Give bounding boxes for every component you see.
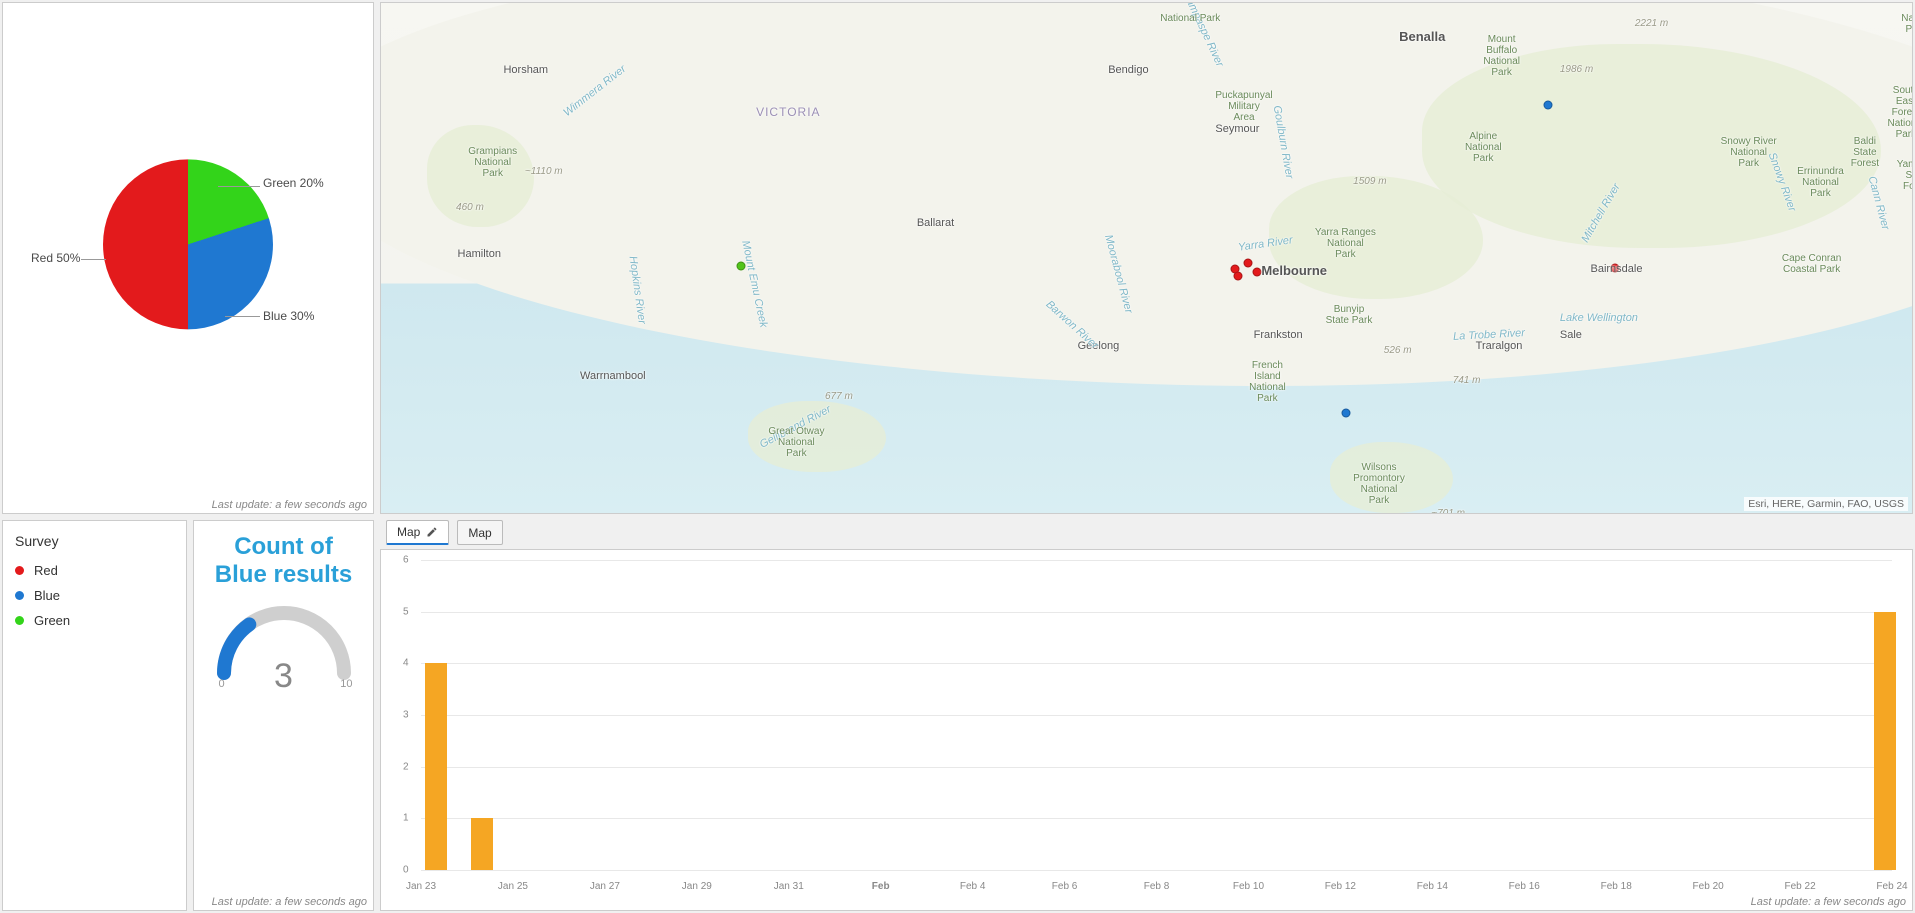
pie-label-red: Red 50% [31,251,80,265]
gauge-title: Count of Blue results [202,533,365,588]
tab-map-1[interactable]: Map [386,520,449,545]
bar[interactable] [471,818,493,870]
left-bottom-row: Survey Red Blue Green Count of Blue result… [2,520,374,911]
y-axis-tick: 3 [403,710,409,721]
x-axis-tick: Feb 20 [1693,881,1724,892]
right-bottom-column: Map Map 0 1 2 3 4 5 6 Jan 23 Jan 25 Jan 27 Jan 29 J… [380,520,1913,911]
map-tabs-row: Map Map [380,520,1913,545]
y-axis-tick: 1 [403,813,409,824]
y-axis-tick: 6 [403,555,409,566]
map-label-city: Warrnambool [580,370,646,382]
y-axis-tick: 2 [403,761,409,772]
map-data-point[interactable] [1252,268,1261,277]
callout-line [225,316,260,317]
x-axis-tick: Feb 18 [1601,881,1632,892]
x-axis-tick: Feb 16 [1509,881,1540,892]
legend-dot-icon [15,616,24,625]
x-axis-tick: Feb 10 [1233,881,1264,892]
map-panel: VICTORIA Melbourne Geelong Ballarat Bend… [380,2,1913,514]
map-data-point[interactable] [1234,272,1243,281]
map-label-park: NationPark [1901,13,1913,35]
callout-line [81,259,106,260]
tab-label: Map [397,525,420,539]
x-axis-tick: Jan 25 [498,881,528,892]
gauge-value: 3 [274,657,293,696]
x-axis-tick: Jan 27 [590,881,620,892]
legend-label: Green [34,613,70,628]
bar-chart-icon: 0123456Jan 23Jan 25Jan 27Jan 29Jan 31Feb… [421,560,1892,870]
map-label-elev: ~701 m [1431,508,1465,514]
x-axis-tick: Feb 4 [960,881,986,892]
legend-title: Survey [15,533,174,549]
gauge-panel: Count of Blue results 3 0 10 Last update… [193,520,374,911]
x-axis-tick: Feb 14 [1417,881,1448,892]
bar[interactable] [425,663,447,870]
last-update-text: Last update: a few seconds ago [1751,896,1906,908]
pencil-icon [426,526,438,538]
callout-line [218,186,260,187]
pie-chart-panel: Green 20% Blue 30% Red 50% Last update: … [2,2,374,514]
x-axis-tick: Feb 24 [1876,881,1907,892]
bar[interactable] [1874,612,1896,870]
x-axis-tick: Feb 6 [1052,881,1078,892]
x-axis-tick: Feb 12 [1325,881,1356,892]
map-data-point[interactable] [736,261,745,270]
pie-chart-icon [103,159,273,329]
last-update-text: Last update: a few seconds ago [212,499,367,511]
legend-dot-icon [15,591,24,600]
legend-label: Red [34,563,58,578]
y-axis-tick: 0 [403,865,409,876]
tab-map-2[interactable]: Map [457,520,502,545]
pie-label-green: Green 20% [263,176,324,190]
map-label-elev: 677 m [825,391,853,402]
x-axis-tick: Feb 8 [1144,881,1170,892]
map-canvas[interactable]: VICTORIA Melbourne Geelong Ballarat Bend… [381,3,1912,513]
legend-panel: Survey Red Blue Green [2,520,187,911]
bar-chart-panel: 0 1 2 3 4 5 6 Jan 23 Jan 25 Jan 27 Jan 29 Jan 31 Feb… [380,549,1913,911]
map-data-point[interactable] [1610,264,1619,273]
y-axis-tick: 4 [403,658,409,669]
map-data-point[interactable] [1341,409,1350,418]
legend-dot-icon [15,566,24,575]
x-axis-tick: Jan 23 [406,881,436,892]
legend-item[interactable]: Green [15,613,174,628]
x-axis-tick: Jan 29 [682,881,712,892]
legend-label: Blue [34,588,60,603]
pie-label-blue: Blue 30% [263,309,314,323]
map-data-point[interactable] [1243,259,1252,268]
x-axis-tick: Feb 22 [1784,881,1815,892]
gauge-icon: 3 0 10 [209,598,359,686]
dashboard: Green 20% Blue 30% Red 50% Last update: … [0,0,1915,913]
x-axis-tick: Jan 31 [774,881,804,892]
x-axis-tick: Feb [872,881,890,892]
last-update-text: Last update: a few seconds ago [212,896,367,908]
legend-item[interactable]: Red [15,563,174,578]
gauge-min: 0 [219,678,225,690]
tab-label: Map [468,526,491,540]
gauge-max: 10 [340,678,352,690]
map-attribution: Esri, HERE, Garmin, FAO, USGS [1744,497,1908,511]
legend-item[interactable]: Blue [15,588,174,603]
y-axis-tick: 5 [403,606,409,617]
map-data-point[interactable] [1543,101,1552,110]
